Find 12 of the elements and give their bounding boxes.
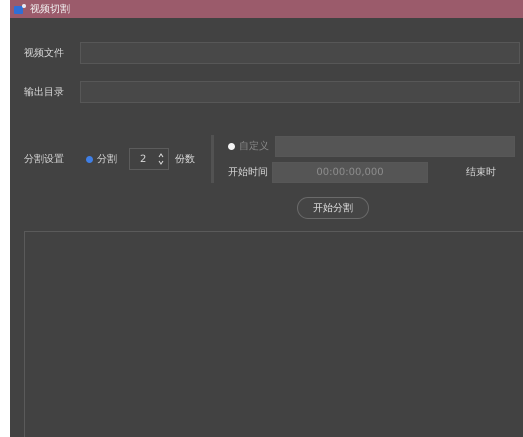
field-label: 开始时间 [228, 166, 268, 179]
window-title: 视频切割 [30, 2, 70, 16]
app-icon [14, 4, 26, 14]
spin-arrows-icon [158, 152, 164, 166]
field-label: 视频文件 [24, 46, 65, 60]
section-label: 分割设置 [24, 152, 65, 166]
unit-label: 份数 [175, 153, 195, 166]
field-label: 结束时 [466, 166, 496, 179]
field-label: 输出目录 [24, 86, 65, 99]
number-spinbox[interactable]: 2 [129, 148, 169, 170]
start-split-button[interactable]: 开始分割 [297, 197, 369, 219]
radio-button[interactable]: 分割 [86, 152, 117, 166]
